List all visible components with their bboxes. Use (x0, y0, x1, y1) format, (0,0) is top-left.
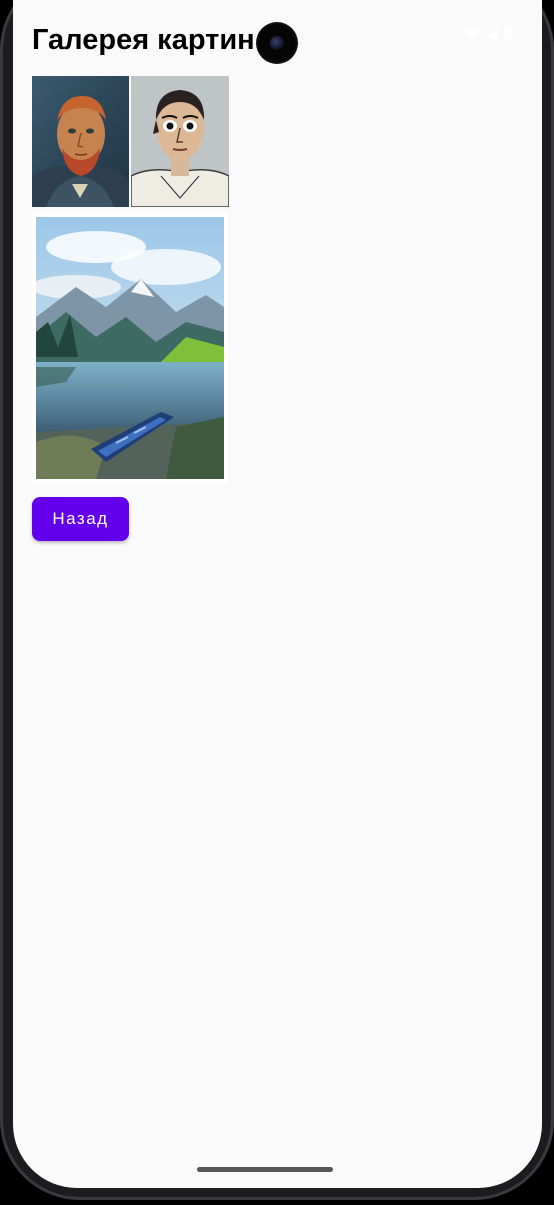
status-bar-icons (464, 26, 512, 39)
landscape-painting-image[interactable] (36, 217, 224, 479)
battery-icon (504, 26, 512, 39)
vangogh-portrait-image[interactable] (32, 76, 129, 207)
app-screen: Галерея картин Назад (13, 0, 542, 1188)
signal-icon (486, 26, 498, 39)
picasso-portrait-image[interactable] (131, 76, 229, 207)
gallery-row-portraits (32, 76, 229, 207)
landscape-painting-frame (32, 213, 228, 483)
home-indicator[interactable] (197, 1167, 333, 1172)
page-title: Галерея картин (32, 24, 255, 56)
wifi-icon (464, 26, 480, 39)
back-button[interactable]: Назад (32, 497, 129, 541)
front-camera (258, 24, 296, 62)
device-frame: Галерея картин Назад (0, 0, 554, 1205)
